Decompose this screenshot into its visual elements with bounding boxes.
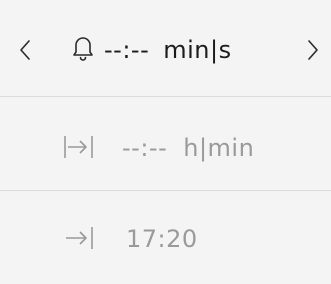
chevron-left-icon[interactable] [12, 30, 38, 70]
end-time-value: 17:20 [126, 225, 198, 253]
duration-row: --:-- h|min [0, 97, 331, 191]
bell-icon [70, 34, 96, 62]
end-time-icon [62, 224, 98, 252]
end-time-row: 17:20 [0, 191, 331, 284]
timer-row: --:-- min|s [0, 0, 331, 97]
chevron-right-icon[interactable] [300, 30, 326, 70]
duration-unit: h|min [183, 134, 255, 162]
timer-unit: min|s [163, 36, 232, 64]
timer-value: --:-- [104, 36, 150, 64]
timer-display: --:-- min|s [104, 35, 232, 65]
duration-span-icon [62, 133, 98, 161]
duration-display: --:-- h|min [122, 133, 254, 163]
duration-value: --:-- [122, 134, 168, 162]
